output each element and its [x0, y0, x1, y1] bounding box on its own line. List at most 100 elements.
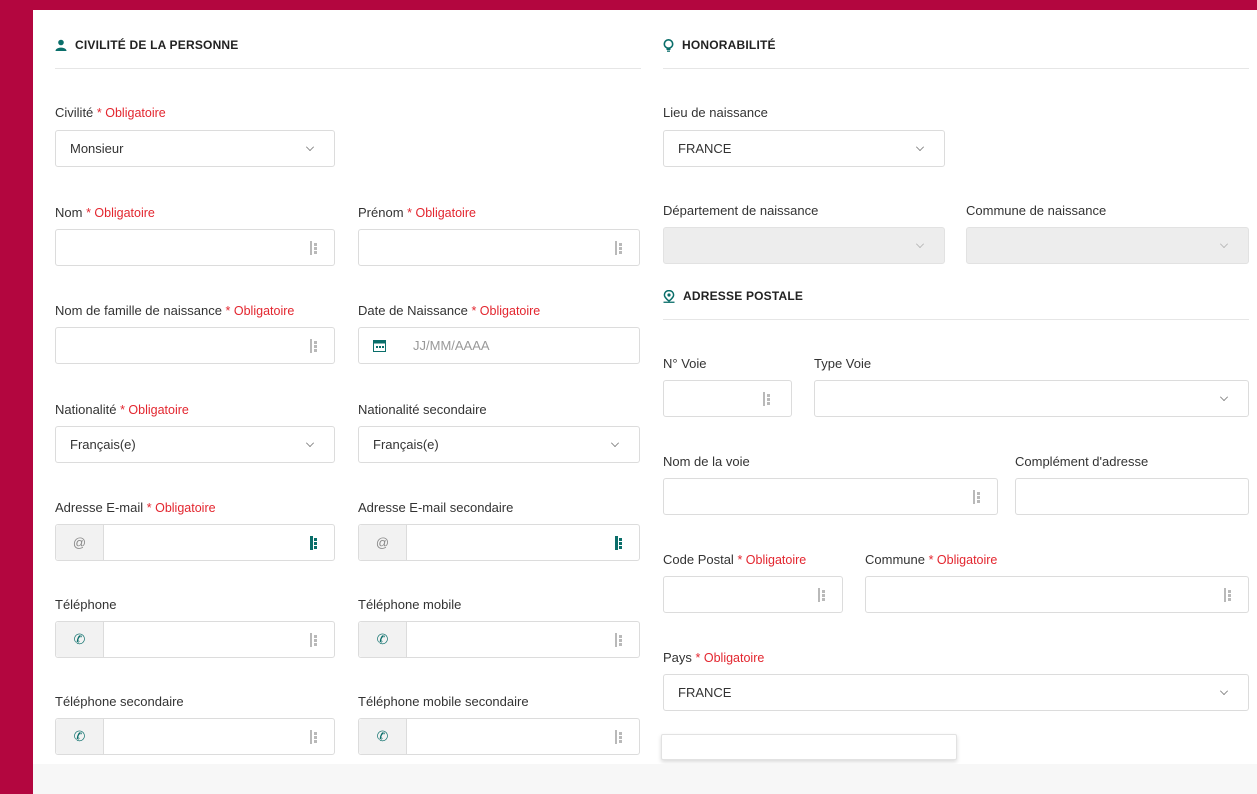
required-marker: * Obligatoire: [225, 304, 295, 318]
required-marker: * Obligatoire: [86, 206, 155, 220]
nom-famille-input[interactable]: [55, 327, 335, 364]
tel-label: Téléphone: [55, 597, 117, 612]
adresse-section-title: ADRESSE POSTALE: [663, 289, 803, 303]
chevron-down-icon: [611, 438, 619, 447]
tel-mobile-label: Téléphone mobile: [358, 597, 462, 612]
chevron-down-icon: [1220, 392, 1228, 401]
tel-mobile2-input[interactable]: ✆: [358, 718, 640, 755]
tel2-input[interactable]: ✆: [55, 718, 335, 755]
adresse-title-text: ADRESSE POSTALE: [683, 289, 804, 303]
nom-label: Nom * Obligatoire: [55, 205, 155, 220]
chevron-down-icon: [1220, 686, 1228, 695]
civilite-label: Civilité * Obligatoire: [55, 105, 166, 120]
commune-input[interactable]: [865, 576, 1249, 613]
tel2-label: Téléphone secondaire: [55, 694, 184, 709]
nom-input[interactable]: [55, 229, 335, 266]
phone-icon: ✆: [56, 622, 104, 657]
chevron-down-icon: [916, 239, 924, 248]
tel-mobile2-label: Téléphone mobile secondaire: [358, 694, 529, 709]
section-divider: [663, 319, 1249, 320]
complement-input[interactable]: [1015, 478, 1249, 515]
phone-icon: ✆: [56, 719, 104, 754]
form-panel: CIVILITÉ DE LA PERSONNE Civilité * Oblig…: [33, 10, 1257, 794]
dept-select[interactable]: [663, 227, 945, 264]
lieu-select[interactable]: FRANCE: [663, 130, 945, 167]
keypad-icon[interactable]: [310, 730, 320, 744]
panel-footer: [33, 764, 1257, 794]
person-icon: [55, 39, 67, 51]
prenom-input[interactable]: [358, 229, 640, 266]
chevron-down-icon: [1220, 239, 1228, 248]
nom-voie-input[interactable]: [663, 478, 998, 515]
required-marker: * Obligatoire: [737, 553, 807, 567]
date-label: Date de Naissance * Obligatoire: [358, 303, 541, 318]
type-voie-select[interactable]: [814, 380, 1249, 417]
calendar-addon[interactable]: [359, 328, 399, 363]
keypad-icon[interactable]: [615, 241, 625, 255]
email2-label: Adresse E-mail secondaire: [358, 500, 514, 515]
keypad-icon[interactable]: [763, 392, 773, 406]
lightbulb-icon: [663, 38, 674, 52]
keypad-icon[interactable]: [310, 633, 320, 647]
nationalite2-select[interactable]: Français(e): [358, 426, 640, 463]
required-marker: * Obligatoire: [120, 403, 189, 417]
phone-icon: ✆: [359, 719, 407, 754]
section-divider: [663, 68, 1249, 69]
location-pin-icon: [663, 289, 675, 303]
section-divider: [55, 68, 641, 69]
civilite-select[interactable]: Monsieur: [55, 130, 335, 167]
keypad-icon[interactable]: [310, 241, 320, 255]
keypad-icon[interactable]: [310, 339, 320, 353]
nom-famille-label: Nom de famille de naissance * Obligatoir…: [55, 303, 295, 318]
num-voie-label: N° Voie: [663, 356, 707, 371]
commune-naissance-select[interactable]: [966, 227, 1249, 264]
commune-naissance-label: Commune de naissance: [966, 203, 1107, 218]
nationalite2-label: Nationalité secondaire: [358, 402, 487, 417]
email2-input[interactable]: @: [358, 524, 640, 561]
keypad-icon[interactable]: [310, 536, 320, 550]
pays-label: Pays * Obligatoire: [663, 650, 765, 665]
email-input[interactable]: @: [55, 524, 335, 561]
honorabilite-title-text: HONORABILITÉ: [682, 38, 776, 52]
date-input[interactable]: JJ/MM/AAAA: [358, 327, 640, 364]
tel-input[interactable]: ✆: [55, 621, 335, 658]
at-icon: @: [56, 525, 104, 560]
code-postal-input[interactable]: [663, 576, 843, 613]
keypad-icon[interactable]: [973, 490, 983, 504]
email-label: Adresse E-mail * Obligatoire: [55, 500, 216, 515]
at-icon: @: [359, 525, 407, 560]
lieu-label: Lieu de naissance: [663, 105, 768, 120]
commune-label: Commune * Obligatoire: [865, 552, 998, 567]
code-postal-label: Code Postal * Obligatoire: [663, 552, 807, 567]
complement-label: Complément d'adresse: [1015, 454, 1149, 469]
nom-voie-label: Nom de la voie: [663, 454, 750, 469]
required-marker: * Obligatoire: [96, 106, 166, 120]
required-marker: * Obligatoire: [928, 553, 998, 567]
pays-select[interactable]: FRANCE: [663, 674, 1249, 711]
num-voie-input[interactable]: [663, 380, 792, 417]
required-marker: * Obligatoire: [407, 206, 476, 220]
prenom-label: Prénom * Obligatoire: [358, 205, 476, 220]
calendar-icon: [372, 340, 386, 352]
chevron-down-icon: [916, 142, 924, 151]
nationalite-select[interactable]: Français(e): [55, 426, 335, 463]
autocomplete-popup[interactable]: [661, 734, 957, 760]
phone-icon: ✆: [359, 622, 407, 657]
keypad-icon[interactable]: [615, 536, 625, 550]
type-voie-label: Type Voie: [814, 356, 872, 371]
civilite-section-title: CIVILITÉ DE LA PERSONNE: [55, 38, 239, 52]
required-marker: * Obligatoire: [471, 304, 541, 318]
required-marker: * Obligatoire: [146, 501, 216, 515]
keypad-icon[interactable]: [818, 588, 828, 602]
dept-label: Département de naissance: [663, 203, 819, 218]
chevron-down-icon: [306, 438, 314, 447]
honorabilite-section-title: HONORABILITÉ: [663, 38, 776, 52]
civilite-title-text: CIVILITÉ DE LA PERSONNE: [75, 38, 239, 52]
tel-mobile-input[interactable]: ✆: [358, 621, 640, 658]
chevron-down-icon: [306, 142, 314, 151]
keypad-icon[interactable]: [615, 633, 625, 647]
keypad-icon[interactable]: [1224, 588, 1234, 602]
required-marker: * Obligatoire: [695, 651, 765, 665]
nationalite-label: Nationalité * Obligatoire: [55, 402, 189, 417]
keypad-icon[interactable]: [615, 730, 625, 744]
